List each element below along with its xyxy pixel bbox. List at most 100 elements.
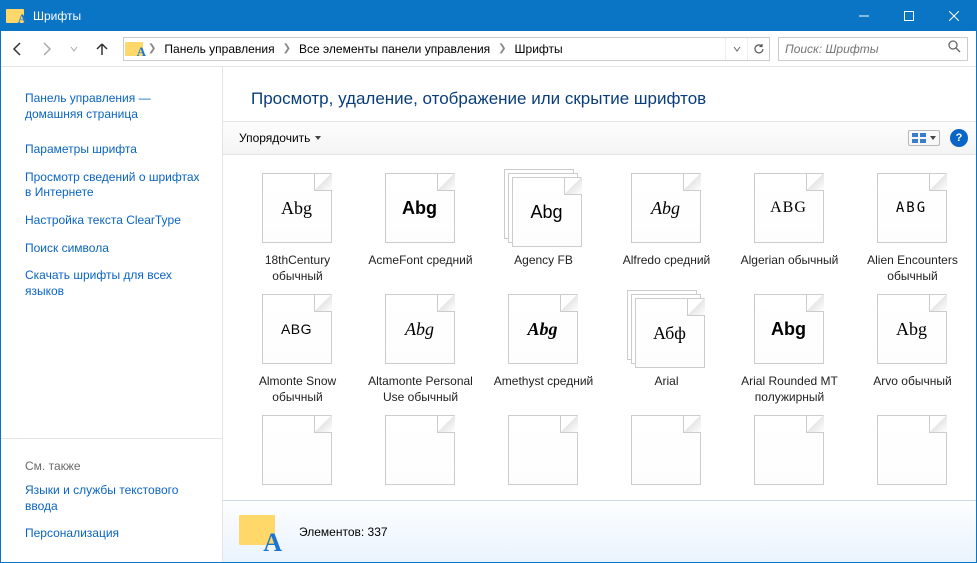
- font-label: Alfredo средний: [614, 253, 719, 269]
- font-thumbnail: [262, 415, 332, 485]
- breadcrumb[interactable]: Панель управления: [158, 42, 280, 56]
- sidebar: Панель управления — домашняя страница Па…: [1, 67, 222, 562]
- font-sample: ABG: [770, 199, 807, 217]
- breadcrumb[interactable]: Все элементы панели управления: [293, 42, 496, 56]
- breadcrumb[interactable]: Шрифты: [509, 42, 569, 56]
- font-grid: Abg 18thCentury обычный AbgAcmeFont средни…: [223, 155, 976, 500]
- address-icon: A: [124, 38, 146, 60]
- recent-dropdown[interactable]: [61, 36, 87, 62]
- font-thumbnail: Abg: [512, 177, 582, 247]
- see-also-label: См. также: [25, 453, 222, 477]
- font-item[interactable]: [241, 411, 354, 495]
- font-thumbnail: Абф: [635, 298, 705, 368]
- forward-button[interactable]: [33, 36, 59, 62]
- font-sample: Abg: [530, 202, 562, 223]
- search-icon[interactable]: [947, 39, 961, 58]
- font-sample: Abg: [651, 198, 680, 219]
- titlebar: A Шрифты: [1, 1, 976, 31]
- status-icon: A: [237, 510, 281, 554]
- font-label: 18thCentury обычный: [245, 253, 350, 284]
- chevron-right-icon[interactable]: ❯: [146, 43, 158, 54]
- sidebar-link-online-info[interactable]: Просмотр сведений о шрифтах в Интернете: [25, 164, 222, 207]
- font-sample: Абф: [653, 323, 686, 344]
- page-title: Просмотр, удаление, отображение или скры…: [223, 67, 976, 121]
- chevron-down-icon: [314, 134, 322, 142]
- organize-button[interactable]: Упорядочить: [231, 127, 330, 149]
- font-item[interactable]: Abg Agency FB: [487, 169, 600, 284]
- font-sample: Abg: [896, 319, 927, 340]
- font-thumbnail: [631, 415, 701, 485]
- font-item[interactable]: Abg Arvo обычный: [856, 290, 969, 405]
- font-thumbnail: Abg: [262, 173, 332, 243]
- font-item[interactable]: Abg 18thCentury обычный: [241, 169, 354, 284]
- sidebar-link-download-all[interactable]: Скачать шрифты для всех языков: [25, 262, 222, 305]
- font-item[interactable]: ABG Algerian обычный: [733, 169, 846, 284]
- sidebar-link-languages[interactable]: Языки и службы текстового ввода: [25, 477, 222, 520]
- font-label: Arial Rounded MT полужирный: [737, 374, 842, 405]
- chevron-right-icon[interactable]: ❯: [496, 43, 508, 54]
- sidebar-link-personalization[interactable]: Персонализация: [25, 520, 222, 548]
- font-label: Algerian обычный: [737, 253, 842, 269]
- sidebar-link-cleartype[interactable]: Настройка текста ClearType: [25, 207, 222, 235]
- font-thumbnail: ABG: [754, 173, 824, 243]
- app-icon: A: [1, 8, 31, 24]
- close-button[interactable]: [931, 1, 976, 31]
- status-count: Элементов: 337: [299, 525, 388, 539]
- font-item[interactable]: Abg Alfredo средний: [610, 169, 723, 284]
- address-bar[interactable]: A ❯ Панель управления ❯ Все элементы пан…: [123, 37, 770, 61]
- font-label: Amethyst средний: [491, 374, 596, 390]
- font-sample: Abg: [405, 319, 434, 340]
- back-button[interactable]: [5, 36, 31, 62]
- view-mode-button[interactable]: [908, 130, 940, 146]
- font-thumbnail: Abg: [631, 173, 701, 243]
- font-item[interactable]: [856, 411, 969, 495]
- font-sample: ABG: [281, 321, 312, 337]
- minimize-button[interactable]: [841, 1, 886, 31]
- font-thumbnail: Abg: [877, 294, 947, 364]
- chevron-down-icon: [929, 134, 937, 142]
- sidebar-link-font-settings[interactable]: Параметры шрифта: [25, 136, 222, 164]
- font-item[interactable]: ABG Alien Encounters обычный: [856, 169, 969, 284]
- font-sample: Abg: [281, 198, 312, 219]
- view-icon: [911, 132, 927, 144]
- font-item[interactable]: АбфArial: [610, 290, 723, 405]
- font-label: Agency FB: [491, 253, 596, 269]
- font-sample: Abg: [527, 319, 557, 340]
- window-title: Шрифты: [31, 9, 841, 23]
- search-box[interactable]: [778, 37, 968, 61]
- font-item[interactable]: [364, 411, 477, 495]
- refresh-button[interactable]: [747, 38, 769, 60]
- chevron-right-icon[interactable]: ❯: [281, 43, 293, 54]
- font-label: Altamonte Personal Use обычный: [368, 374, 473, 405]
- font-sample: Abg: [771, 319, 806, 340]
- font-thumbnail: ABG: [262, 294, 332, 364]
- font-label: Alien Encounters обычный: [860, 253, 965, 284]
- font-item[interactable]: Abg Altamonte Personal Use обычный: [364, 290, 477, 405]
- address-dropdown[interactable]: [725, 38, 747, 60]
- font-label: Arvo обычный: [860, 374, 965, 390]
- search-input[interactable]: [785, 42, 947, 56]
- font-item[interactable]: AbgAcmeFont средний: [364, 169, 477, 284]
- font-label: Almonte Snow обычный: [245, 374, 350, 405]
- font-item[interactable]: ABG Almonte Snow обычный: [241, 290, 354, 405]
- font-thumbnail: [754, 415, 824, 485]
- font-thumbnail: ABG: [877, 173, 947, 243]
- font-item[interactable]: Abg Amethyst средний: [487, 290, 600, 405]
- help-button[interactable]: ?: [950, 129, 968, 147]
- font-sample: Abg: [402, 198, 437, 219]
- sidebar-link-charmap[interactable]: Поиск символа: [25, 235, 222, 263]
- font-thumbnail: [508, 415, 578, 485]
- font-item[interactable]: [733, 411, 846, 495]
- font-sample: ABG: [896, 200, 927, 216]
- font-item[interactable]: [610, 411, 723, 495]
- font-thumbnail: [877, 415, 947, 485]
- statusbar: A Элементов: 337: [223, 500, 976, 562]
- font-thumbnail: Abg: [754, 294, 824, 364]
- font-item[interactable]: [487, 411, 600, 495]
- toolbar: Упорядочить ?: [223, 121, 976, 155]
- up-button[interactable]: [89, 36, 115, 62]
- font-thumbnail: [385, 415, 455, 485]
- sidebar-link-home[interactable]: Панель управления — домашняя страница: [25, 85, 222, 128]
- font-item[interactable]: Abg Arial Rounded MT полужирный: [733, 290, 846, 405]
- maximize-button[interactable]: [886, 1, 931, 31]
